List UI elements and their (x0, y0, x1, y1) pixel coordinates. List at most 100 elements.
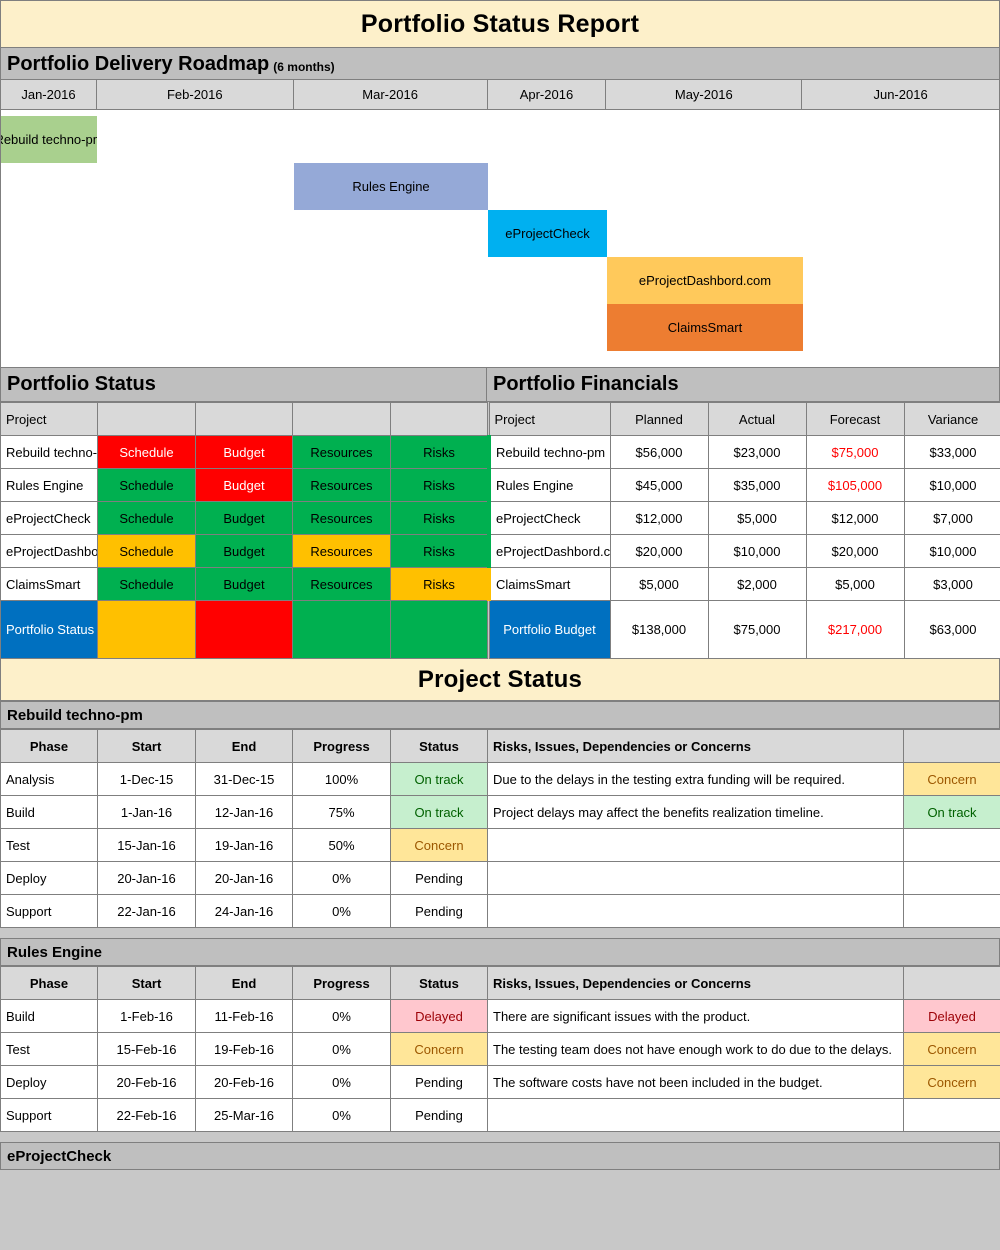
financial-planned-cell: $5,000 (609, 567, 709, 601)
project-name-cell: eProjectCheck (487, 501, 611, 535)
rag-cell-resources: Resources (292, 534, 391, 568)
phase-cell: Test (0, 828, 98, 862)
column-header: Risks, Issues, Dependencies or Concerns (487, 729, 904, 763)
financial-variance-cell: $7,000 (903, 501, 1000, 535)
progress-cell: 0% (292, 1032, 391, 1066)
table-row: Deploy 20-Jan-16 20-Jan-16 0% Pending (0, 861, 1000, 895)
progress-cell: 100% (292, 762, 391, 796)
table-row: Support 22-Jan-16 24-Jan-16 0% Pending (0, 894, 1000, 928)
end-date-cell: 19-Jan-16 (195, 828, 293, 862)
status-cell: Delayed (390, 999, 488, 1033)
portfolio-budget-planned: $138,000 (609, 600, 709, 659)
risk-status-cell (903, 1098, 1000, 1132)
column-header: Progress (292, 966, 391, 1000)
roadmap-month-mar-2016: Mar-2016 (292, 80, 488, 110)
project-name-cell: Rules Engine (487, 468, 611, 502)
end-date-cell: 31-Dec-15 (195, 762, 293, 796)
status-cell: Pending (390, 894, 488, 928)
roadmap-month-apr-2016: Apr-2016 (486, 80, 607, 110)
portfolio-status-panel: Portfolio Status ProjectRebuild techno-p… (0, 368, 488, 659)
project-status-sections: Rebuild techno-pm Phase Start End Progress St… (0, 701, 1000, 1170)
table-row: ClaimsSmart Schedule Budget Resources Risks (0, 567, 488, 601)
project-phase-table: Phase Start End Progress Status Risks, Issues… (0, 966, 1000, 1132)
progress-cell: 75% (292, 795, 391, 829)
financial-variance-cell: $10,000 (903, 534, 1000, 568)
column-header: Project (488, 402, 611, 436)
rag-cell-resources: Resources (292, 501, 391, 535)
risk-description-cell (487, 1098, 904, 1132)
table-row: Support 22-Feb-16 25-Mar-16 0% Pending (0, 1098, 1000, 1132)
risk-status-cell (903, 828, 1000, 862)
risk-description-cell: Project delays may affect the benefits r… (487, 795, 904, 829)
gantt-bar: eProjectDashbord.com (607, 257, 803, 304)
column-header: End (195, 966, 293, 1000)
end-date-cell: 12-Jan-16 (195, 795, 293, 829)
column-header: Phase (0, 966, 98, 1000)
table-row: eProjectCheck Schedule Budget Resources Risk… (0, 501, 488, 535)
rag-cell-risks: Risks (390, 468, 488, 502)
end-date-cell: 20-Jan-16 (195, 861, 293, 895)
financial-planned-cell: $12,000 (609, 501, 709, 535)
phase-cell: Build (0, 795, 98, 829)
rag-cell-resources: Resources (292, 435, 391, 469)
column-header (903, 729, 1000, 763)
table-row: eProjectCheck $12,000 $5,000 $12,000 $7,000 (487, 501, 1000, 535)
start-date-cell: 15-Jan-16 (97, 828, 196, 862)
start-date-cell: 20-Jan-16 (97, 861, 196, 895)
roadmap-month-header: Jan-2016 Feb-2016 Mar-2016 Apr-2016 May-2016… (0, 80, 1000, 110)
financial-forecast-cell: $75,000 (805, 435, 905, 469)
rag-cell-resources: Resources (292, 468, 391, 502)
roadmap-month-jun-2016: Jun-2016 (801, 80, 1000, 110)
column-header: Actual (707, 402, 807, 436)
roadmap-month-may-2016: May-2016 (605, 80, 803, 110)
phase-cell: Test (0, 1032, 98, 1066)
rag-cell-schedule: Schedule (97, 501, 196, 535)
financial-actual-cell: $5,000 (707, 501, 807, 535)
column-header: Start (97, 729, 196, 763)
rag-cell-budget: Budget (195, 501, 293, 535)
financial-forecast-cell: $5,000 (805, 567, 905, 601)
roadmap-section-header: Portfolio Delivery Roadmap (6 months) (0, 48, 1000, 80)
portfolio-financials-panel: Portfolio Financials Project Planned Actua… (487, 368, 1000, 659)
start-date-cell: 20-Feb-16 (97, 1065, 196, 1099)
table-row: Analysis 1-Dec-15 31-Dec-15 100% On track Due… (0, 762, 1000, 796)
portfolio-rag-schedule (97, 600, 196, 659)
project-name-cell: ClaimsSmart (0, 567, 98, 601)
portfolio-budget-summary-row: Portfolio Budget $138,000 $75,000 $217,000 $… (488, 600, 1000, 659)
financial-variance-cell: $33,000 (903, 435, 1000, 469)
column-header: Forecast (805, 402, 905, 436)
column-header (390, 402, 488, 436)
status-cell: On track (390, 762, 488, 796)
status-cell: Pending (390, 1065, 488, 1099)
table-row: Build 1-Feb-16 11-Feb-16 0% Delayed There are… (0, 999, 1000, 1033)
portfolio-rag-risks (390, 600, 488, 659)
risk-description-cell: The testing team does not have enough wo… (487, 1032, 904, 1066)
end-date-cell: 24-Jan-16 (195, 894, 293, 928)
phase-cell: Support (0, 1098, 98, 1132)
phase-cell: Analysis (0, 762, 98, 796)
rag-cell-risks: Risks (390, 534, 488, 568)
financial-forecast-cell: $20,000 (805, 534, 905, 568)
table-row: eProjectDashbord.comScheduleBudgetResour… (0, 534, 488, 568)
project-phase-header-row: Phase Start End Progress Status Risks, Issues… (0, 966, 1000, 1000)
risk-description-cell: Due to the delays in the testing extra f… (487, 762, 904, 796)
rag-cell-budget: Budget (195, 468, 293, 502)
project-name-cell: eProjectDashbord.com (0, 534, 98, 568)
risk-status-cell: Concern (903, 1065, 1000, 1099)
section-spacer (0, 928, 1000, 938)
financial-variance-cell: $10,000 (903, 468, 1000, 502)
start-date-cell: 22-Jan-16 (97, 894, 196, 928)
table-row: Test 15-Jan-16 19-Jan-16 50% Concern (0, 828, 1000, 862)
project-phase-header-row: Phase Start End Progress Status Risks, Issues… (0, 729, 1000, 763)
progress-cell: 0% (292, 1098, 391, 1132)
financial-forecast-cell: $105,000 (805, 468, 905, 502)
roadmap-gantt-chart: Rebuild techno-pm Rules EngineeProjectChe… (0, 110, 1000, 368)
gantt-bar: Rules Engine (294, 163, 488, 210)
project-name-cell: Rebuild techno-pm (0, 435, 98, 469)
financial-planned-cell: $56,000 (609, 435, 709, 469)
financial-actual-cell: $2,000 (707, 567, 807, 601)
phase-cell: Build (0, 999, 98, 1033)
table-row: Rebuild techno-pm $56,000 $23,000 $75,000 $3… (487, 435, 1000, 469)
column-header: End (195, 729, 293, 763)
section-spacer (0, 1132, 1000, 1142)
